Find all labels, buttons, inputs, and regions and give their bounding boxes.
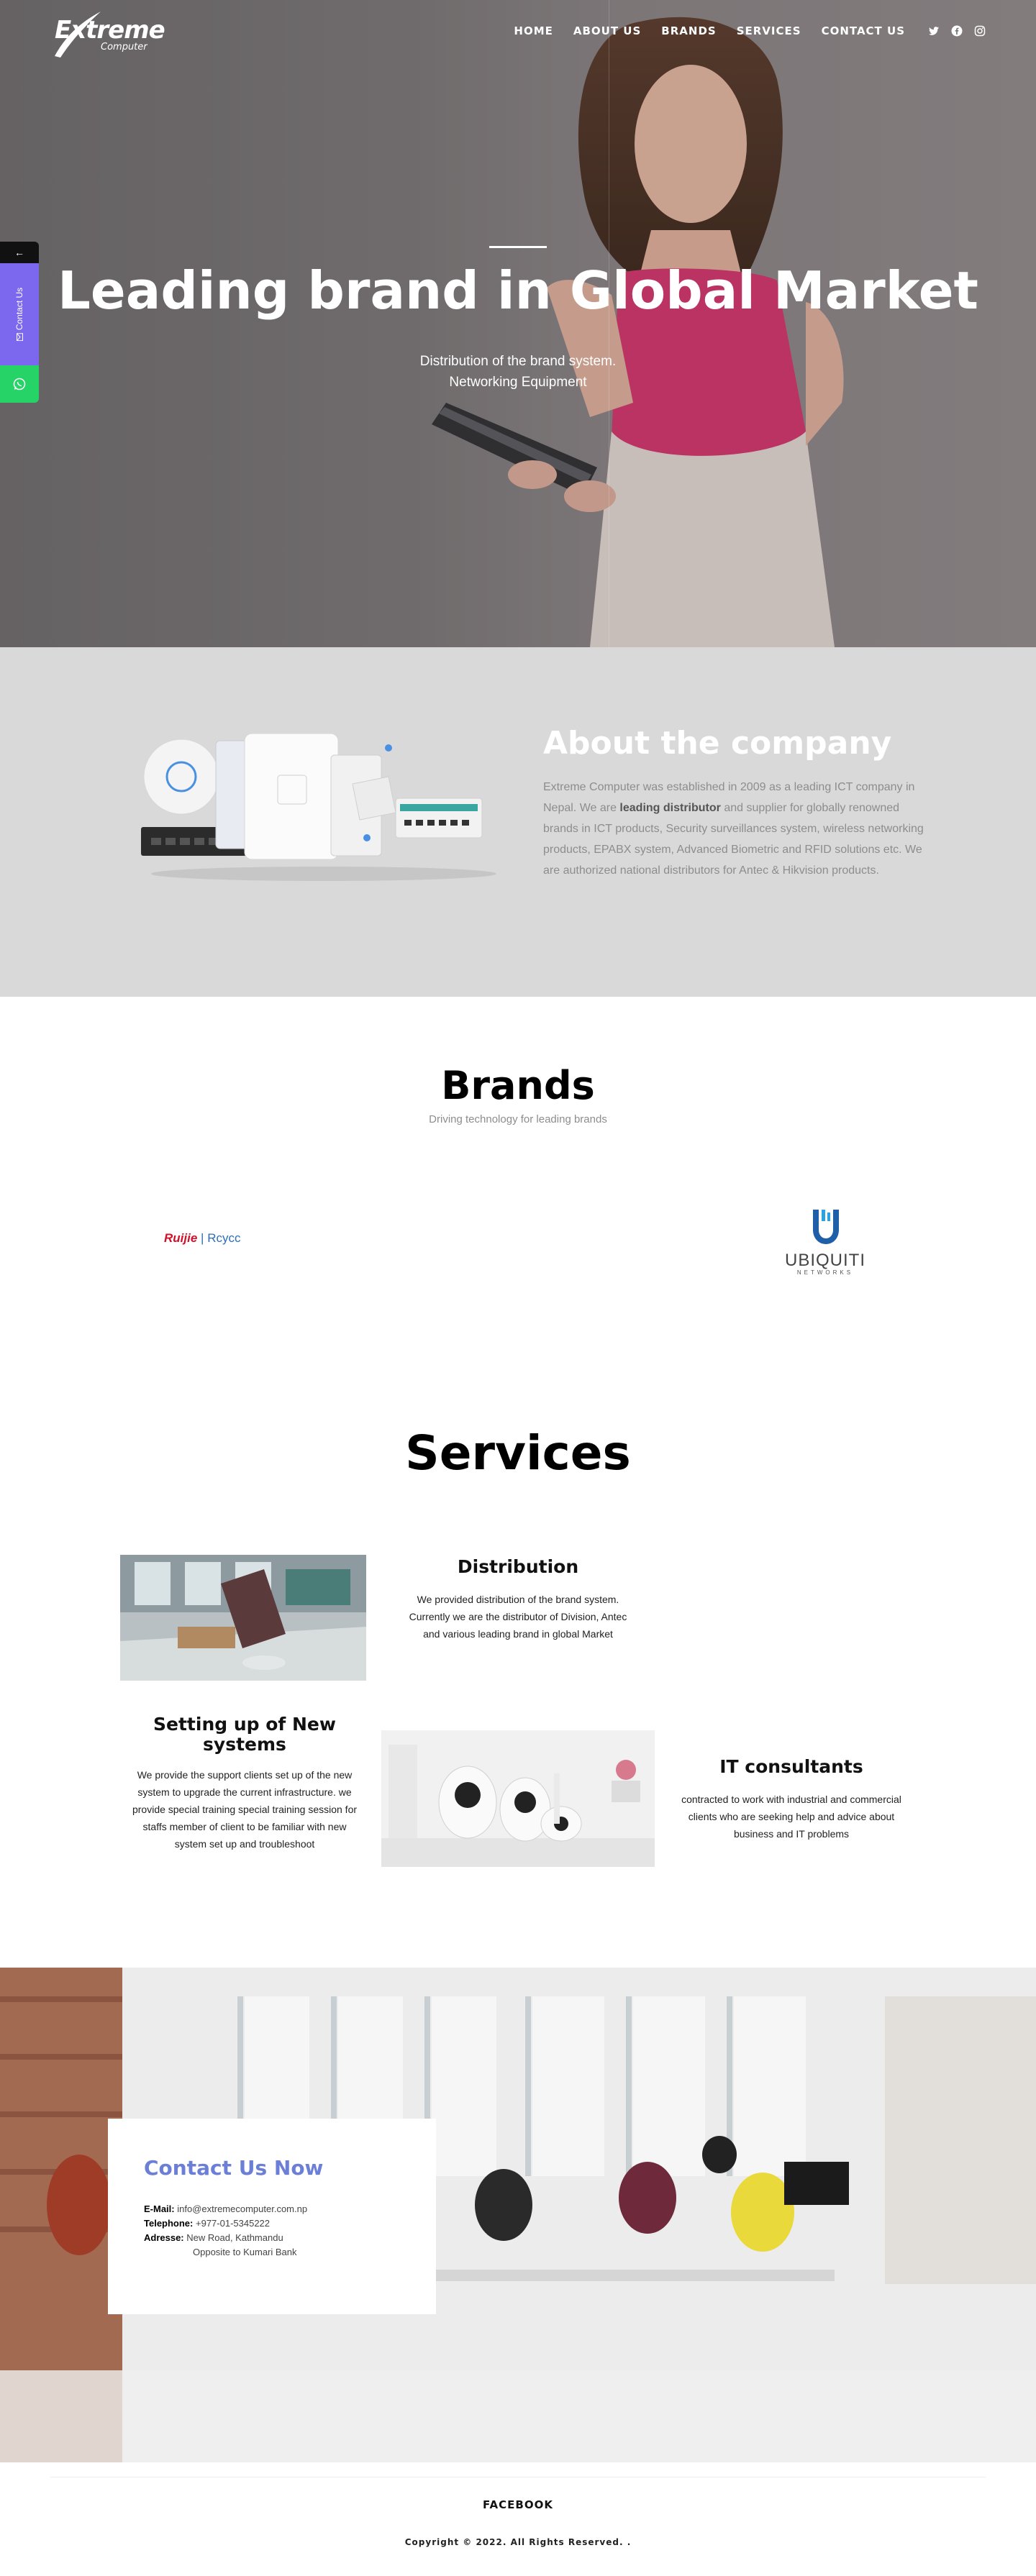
cameras-image <box>381 1730 655 1867</box>
contact-address-1: New Road, Kathmandu <box>186 2232 283 2243</box>
setup-title-line1: Setting up of New <box>153 1714 336 1735</box>
contact-phone-line: Telephone: +977-01-5345222 <box>144 2218 270 2229</box>
whatsapp-button[interactable] <box>0 365 39 403</box>
logo-main-text: Extreme <box>55 16 165 45</box>
setup-text: We provide the support clients set up of… <box>132 1769 358 1850</box>
facebook-icon[interactable] <box>951 25 963 37</box>
nav-item-brands[interactable]: BRANDS <box>661 24 716 37</box>
about-section: About the company Extreme Computer was e… <box>0 647 1036 997</box>
logo-sub-text: Computer <box>101 42 147 52</box>
hero-subtitle: Distribution of the brand system. Networ… <box>0 351 1036 393</box>
social-icons <box>928 25 986 37</box>
arrow-left-icon[interactable]: ← <box>0 242 39 263</box>
side-contact-text: Contact Us <box>14 287 24 331</box>
twitter-icon[interactable] <box>928 25 940 37</box>
main-nav: HOME ABOUT US BRANDS SERVICES CONTACT US <box>514 24 986 37</box>
brands-title: Brands <box>441 1063 595 1108</box>
hero-subtitle-line2: Networking Equipment <box>449 375 587 390</box>
nav-item-home[interactable]: HOME <box>514 24 553 37</box>
footer-facebook-link[interactable]: FACEBOOK <box>0 2498 1036 2511</box>
instagram-icon[interactable] <box>974 25 986 37</box>
nav-item-about-us[interactable]: ABOUT US <box>573 24 641 37</box>
hero-rule <box>489 246 547 248</box>
about-text-bold: leading distributor <box>619 802 721 814</box>
ubiquiti-u-icon <box>813 1210 839 1244</box>
nav-item-services[interactable]: SERVICES <box>737 24 801 37</box>
contact-address-line2: Opposite to Kumari Bank <box>193 2247 297 2257</box>
nav-item-contact-us[interactable]: CONTACT US <box>822 24 905 37</box>
contact-section: Contact Us Now E-Mail: info@extremecompu… <box>0 1968 1036 2462</box>
contact-address-label: Adresse: <box>144 2232 184 2243</box>
it-consultants-title: IT consultants <box>719 1756 863 1777</box>
about-title: About the company <box>543 725 892 762</box>
hero-section: Extreme Computer HOME ABOUT US BRANDS SE… <box>0 0 1036 647</box>
logo[interactable]: Extreme Computer <box>50 9 165 59</box>
side-contact-widget: ← Contact Us <box>0 242 39 403</box>
setup-title: Setting up of New systems <box>126 1714 363 1755</box>
contact-card: Contact Us Now E-Mail: info@extremecompu… <box>108 2119 436 2314</box>
page: Extreme Computer HOME ABOUT US BRANDS SE… <box>0 0 1036 2576</box>
contact-email-label: E-Mail: <box>144 2203 175 2214</box>
hero-title: Leading brand in Global Market <box>58 260 978 321</box>
distribution-office-image <box>120 1555 366 1681</box>
contact-phone-link[interactable]: +977-01-5345222 <box>196 2218 270 2229</box>
ruijie-logo[interactable]: Ruijie | Rcycc <box>164 1231 240 1246</box>
footer-copyright: Copyright © 2022. All Rights Reserved. . <box>404 2537 632 2547</box>
whatsapp-icon <box>13 378 26 390</box>
mail-icon <box>17 333 24 342</box>
contact-email-link[interactable]: info@extremecomputer.com.np <box>177 2203 307 2214</box>
ubiquiti-logo-sub: NETWORKS <box>796 1269 854 1276</box>
contact-title: Contact Us Now <box>144 2156 324 2180</box>
brands-subtitle: Driving technology for leading brands <box>429 1113 607 1125</box>
contact-address-line: Adresse: New Road, Kathmandu <box>144 2232 283 2243</box>
about-text: Extreme Computer was established in 2009… <box>543 777 932 881</box>
ruijie-logo-text: Ruijie <box>164 1231 198 1245</box>
side-contact-button[interactable]: Contact Us <box>0 263 39 365</box>
it-consultants-text: contracted to work with industrial and c… <box>681 1794 901 1840</box>
ruijie-logo-sub: Rcycc <box>207 1231 241 1245</box>
services-title: Services <box>405 1425 631 1481</box>
contact-email-line: E-Mail: info@extremecomputer.com.np <box>144 2203 307 2214</box>
networking-products-image <box>141 733 496 881</box>
hero-overlay <box>0 0 1036 647</box>
distribution-text: We provided distribution of the brand sy… <box>409 1594 627 1640</box>
ubiquiti-logo[interactable]: UBIQUITI NETWORKS <box>771 1205 879 1276</box>
distribution-title: Distribution <box>457 1556 579 1577</box>
ruijie-logo-separator: | <box>201 1231 204 1245</box>
ubiquiti-logo-text: UBIQUITI <box>784 1251 865 1270</box>
side-contact-label: Contact Us <box>14 287 24 342</box>
hero-subtitle-line1: Distribution of the brand system. <box>419 354 617 369</box>
contact-phone-label: Telephone: <box>144 2218 194 2229</box>
setup-title-line2: systems <box>203 1734 286 1755</box>
